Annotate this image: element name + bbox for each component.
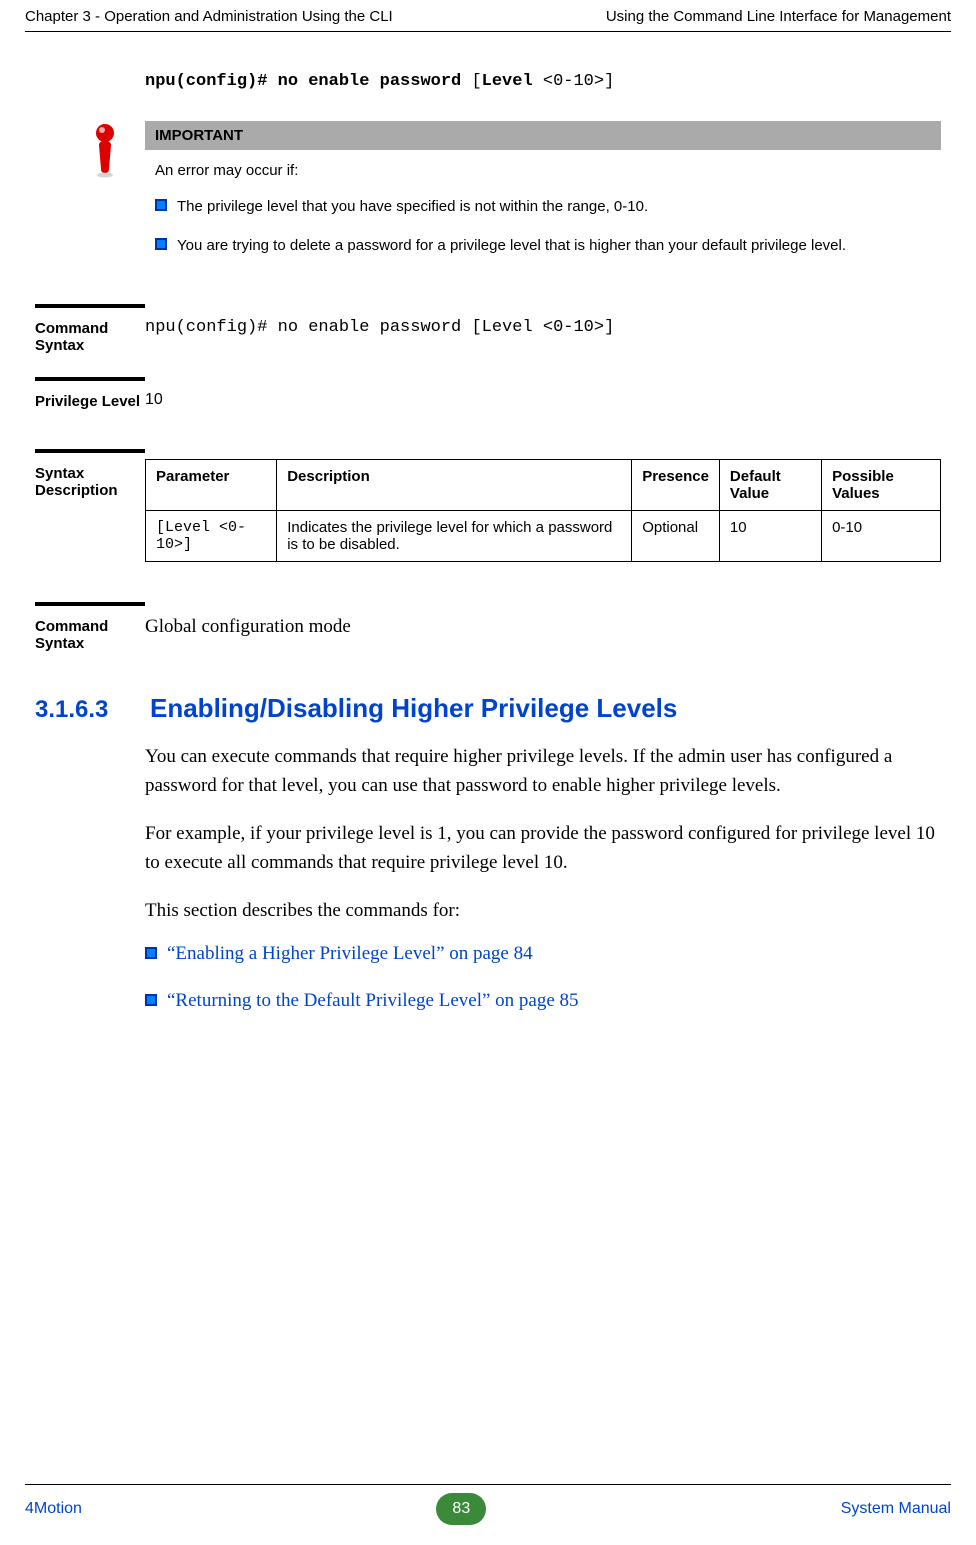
cmd-bold2: Level [482, 72, 543, 91]
col-description: Description [277, 460, 632, 511]
header-left: Chapter 3 - Operation and Administration… [25, 8, 393, 25]
important-intro: An error may occur if: [155, 160, 931, 181]
footer-right: System Manual [841, 1500, 951, 1518]
command-mode-value: Global configuration mode [145, 602, 941, 663]
important-item: You are trying to delete a password for … [155, 235, 931, 256]
col-parameter: Parameter [146, 460, 277, 511]
footer-left: 4Motion [25, 1500, 82, 1518]
cmd-normal2: <0-10>] [543, 72, 614, 91]
table-header-row: Parameter Description Presence Default V… [146, 460, 941, 511]
bullet-icon [155, 199, 167, 211]
command-syntax-block: Command Syntax npu(config)# no enable pa… [145, 304, 941, 362]
cmd-bold: npu(config)# no enable password [145, 72, 471, 91]
bullet-icon [155, 238, 167, 250]
table-row: [Level <0-10>] Indicates the privilege l… [146, 511, 941, 562]
important-text: You are trying to delete a password for … [177, 235, 846, 256]
xref-link[interactable]: “Enabling a Higher Privilege Level” on p… [167, 943, 533, 965]
cell-parameter: [Level <0-10>] [146, 511, 277, 562]
paragraph: For example, if your privilege level is … [145, 819, 941, 878]
syntax-description-label: Syntax Description [35, 449, 145, 587]
list-item: “Returning to the Default Privilege Leve… [145, 990, 941, 1012]
page-header: Chapter 3 - Operation and Administration… [25, 0, 951, 32]
cell-possible: 0-10 [822, 511, 941, 562]
section-number: 3.1.6.3 [35, 696, 150, 724]
paragraph: This section describes the commands for: [145, 896, 941, 925]
col-presence: Presence [632, 460, 720, 511]
page-number: 83 [436, 1493, 486, 1525]
cell-presence: Optional [632, 511, 720, 562]
section-heading: 3.1.6.3 Enabling/Disabling Higher Privil… [35, 693, 941, 724]
xref-link[interactable]: “Returning to the Default Privilege Leve… [167, 990, 579, 1012]
syntax-table: Parameter Description Presence Default V… [145, 459, 941, 562]
cmd-normal: [ [471, 72, 481, 91]
important-icon [65, 121, 145, 274]
cell-description: Indicates the privilege level for which … [277, 511, 632, 562]
important-note: IMPORTANT An error may occur if: The pri… [145, 121, 941, 274]
important-text: The privilege level that you have specif… [177, 196, 648, 217]
top-command: npu(config)# no enable password [Level <… [145, 72, 941, 91]
page-footer: 4Motion 83 System Manual [25, 1484, 951, 1525]
section-title: Enabling/Disabling Higher Privilege Leve… [150, 693, 677, 724]
command-mode-label: Command Syntax [35, 602, 145, 663]
important-title: IMPORTANT [145, 121, 941, 150]
privilege-level-block: Privilege Level 10 [145, 377, 941, 434]
bullet-icon [145, 994, 157, 1006]
list-item: “Enabling a Higher Privilege Level” on p… [145, 943, 941, 965]
command-mode-block: Command Syntax Global configuration mode [145, 602, 941, 663]
command-syntax-value: npu(config)# no enable password [Level <… [145, 304, 941, 362]
privilege-level-label: Privilege Level [35, 377, 145, 434]
syntax-description-block: Syntax Description Parameter Description… [145, 449, 941, 587]
important-item: The privilege level that you have specif… [155, 196, 931, 217]
privilege-level-value: 10 [145, 377, 941, 434]
col-default: Default Value [719, 460, 821, 511]
command-syntax-label: Command Syntax [35, 304, 145, 362]
col-possible: Possible Values [822, 460, 941, 511]
paragraph: You can execute commands that require hi… [145, 742, 941, 801]
bullet-icon [145, 947, 157, 959]
main-content: npu(config)# no enable password [Level <… [145, 72, 941, 1012]
link-list: “Enabling a Higher Privilege Level” on p… [145, 943, 941, 1012]
cell-default: 10 [719, 511, 821, 562]
header-right: Using the Command Line Interface for Man… [606, 8, 951, 25]
